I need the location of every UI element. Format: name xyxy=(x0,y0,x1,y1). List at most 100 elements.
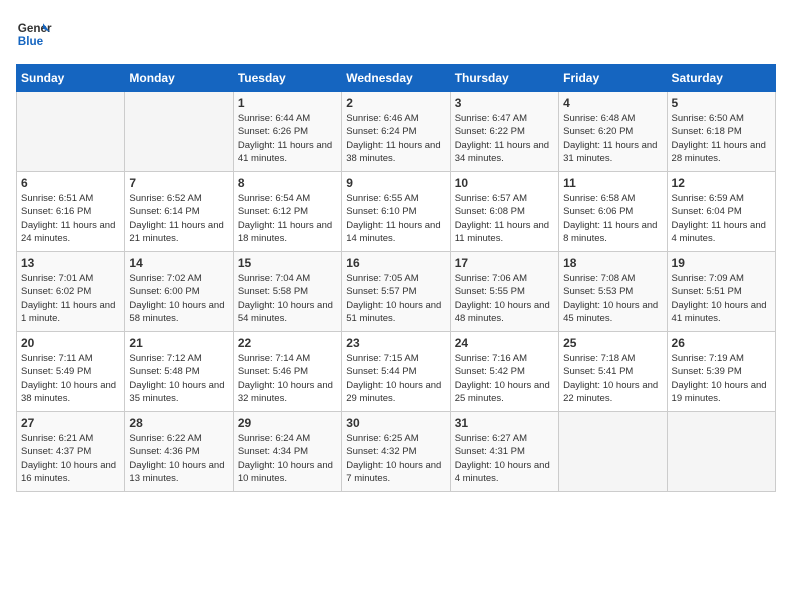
calendar-cell: 6Sunrise: 6:51 AM Sunset: 6:16 PM Daylig… xyxy=(17,172,125,252)
day-info: Sunrise: 7:14 AM Sunset: 5:46 PM Dayligh… xyxy=(238,352,337,405)
calendar-week-row: 1Sunrise: 6:44 AM Sunset: 6:26 PM Daylig… xyxy=(17,92,776,172)
day-info: Sunrise: 7:19 AM Sunset: 5:39 PM Dayligh… xyxy=(672,352,771,405)
day-number: 4 xyxy=(563,96,662,110)
calendar-cell: 21 Sunrise: 7:12 AM Sunset: 5:48 PM Dayli… xyxy=(125,332,233,412)
day-info: Sunrise: 7:05 AM Sunset: 5:57 PM Dayligh… xyxy=(346,272,445,325)
day-number: 15 xyxy=(238,256,337,270)
calendar-cell: 1Sunrise: 6:44 AM Sunset: 6:26 PM Daylig… xyxy=(233,92,341,172)
day-number: 24 xyxy=(455,336,554,350)
weekday-header: Thursday xyxy=(450,65,558,92)
calendar-cell: 17 Sunrise: 7:06 AM Sunset: 5:55 PM Dayli… xyxy=(450,252,558,332)
day-number: 12 xyxy=(672,176,771,190)
day-info: Sunrise: 7:09 AM Sunset: 5:51 PM Dayligh… xyxy=(672,272,771,325)
calendar-cell: 16Sunrise: 7:05 AM Sunset: 5:57 PM Dayli… xyxy=(342,252,450,332)
calendar-cell xyxy=(17,92,125,172)
day-number: 21 xyxy=(129,336,228,350)
day-number: 30 xyxy=(346,416,445,430)
day-number: 9 xyxy=(346,176,445,190)
day-info: Sunrise: 6:58 AM Sunset: 6:06 PM Dayligh… xyxy=(563,192,662,245)
day-info: Sunrise: 7:04 AM Sunset: 5:58 PM Dayligh… xyxy=(238,272,337,325)
day-number: 2 xyxy=(346,96,445,110)
day-number: 11 xyxy=(563,176,662,190)
weekday-header: Sunday xyxy=(17,65,125,92)
page-header: General Blue xyxy=(16,16,776,52)
weekday-header: Tuesday xyxy=(233,65,341,92)
calendar-cell: 31 Sunrise: 6:27 AM Sunset: 4:31 PM Dayli… xyxy=(450,412,558,492)
logo-icon: General Blue xyxy=(16,16,52,52)
calendar-cell: 19 Sunrise: 7:09 AM Sunset: 5:51 PM Dayli… xyxy=(667,252,775,332)
calendar-cell: 30 Sunrise: 6:25 AM Sunset: 4:32 PM Dayli… xyxy=(342,412,450,492)
day-number: 26 xyxy=(672,336,771,350)
day-info: Sunrise: 7:16 AM Sunset: 5:42 PM Dayligh… xyxy=(455,352,554,405)
day-number: 13 xyxy=(21,256,120,270)
day-number: 17 xyxy=(455,256,554,270)
day-info: Sunrise: 7:12 AM Sunset: 5:48 PM Dayligh… xyxy=(129,352,228,405)
calendar-cell xyxy=(667,412,775,492)
calendar-cell: 28Sunrise: 6:22 AM Sunset: 4:36 PM Dayli… xyxy=(125,412,233,492)
day-info: Sunrise: 7:06 AM Sunset: 5:55 PM Dayligh… xyxy=(455,272,554,325)
day-info: Sunrise: 7:01 AM Sunset: 6:02 PM Dayligh… xyxy=(21,272,120,325)
day-info: Sunrise: 7:02 AM Sunset: 6:00 PM Dayligh… xyxy=(129,272,228,325)
day-number: 31 xyxy=(455,416,554,430)
calendar-cell: 24 Sunrise: 7:16 AM Sunset: 5:42 PM Dayli… xyxy=(450,332,558,412)
calendar-cell: 8 Sunrise: 6:54 AM Sunset: 6:12 PM Daylig… xyxy=(233,172,341,252)
day-number: 7 xyxy=(129,176,228,190)
calendar-cell: 9 Sunrise: 6:55 AM Sunset: 6:10 PM Daylig… xyxy=(342,172,450,252)
day-info: Sunrise: 7:11 AM Sunset: 5:49 PM Dayligh… xyxy=(21,352,120,405)
calendar-cell: 13 Sunrise: 7:01 AM Sunset: 6:02 PM Dayli… xyxy=(17,252,125,332)
day-number: 25 xyxy=(563,336,662,350)
calendar-week-row: 20 Sunrise: 7:11 AM Sunset: 5:49 PM Dayli… xyxy=(17,332,776,412)
calendar-cell: 12 Sunrise: 6:59 AM Sunset: 6:04 PM Dayli… xyxy=(667,172,775,252)
calendar-table: SundayMondayTuesdayWednesdayThursdayFrid… xyxy=(16,64,776,492)
weekday-header: Wednesday xyxy=(342,65,450,92)
day-info: Sunrise: 6:21 AM Sunset: 4:37 PM Dayligh… xyxy=(21,432,120,485)
weekday-header: Saturday xyxy=(667,65,775,92)
day-number: 18 xyxy=(563,256,662,270)
calendar-cell: 20 Sunrise: 7:11 AM Sunset: 5:49 PM Dayli… xyxy=(17,332,125,412)
day-info: Sunrise: 6:51 AM Sunset: 6:16 PM Dayligh… xyxy=(21,192,120,245)
day-number: 27 xyxy=(21,416,120,430)
logo: General Blue xyxy=(16,16,52,52)
calendar-cell: 25 Sunrise: 7:18 AM Sunset: 5:41 PM Dayli… xyxy=(559,332,667,412)
calendar-cell: 22 Sunrise: 7:14 AM Sunset: 5:46 PM Dayli… xyxy=(233,332,341,412)
day-info: Sunrise: 6:27 AM Sunset: 4:31 PM Dayligh… xyxy=(455,432,554,485)
day-info: Sunrise: 6:25 AM Sunset: 4:32 PM Dayligh… xyxy=(346,432,445,485)
day-number: 20 xyxy=(21,336,120,350)
day-number: 14 xyxy=(129,256,228,270)
day-number: 1 xyxy=(238,96,337,110)
svg-text:Blue: Blue xyxy=(18,35,44,48)
calendar-week-row: 27 Sunrise: 6:21 AM Sunset: 4:37 PM Dayli… xyxy=(17,412,776,492)
day-info: Sunrise: 6:46 AM Sunset: 6:24 PM Dayligh… xyxy=(346,112,445,165)
day-info: Sunrise: 7:08 AM Sunset: 5:53 PM Dayligh… xyxy=(563,272,662,325)
day-number: 8 xyxy=(238,176,337,190)
day-number: 5 xyxy=(672,96,771,110)
day-info: Sunrise: 6:24 AM Sunset: 4:34 PM Dayligh… xyxy=(238,432,337,485)
calendar-cell: 10 Sunrise: 6:57 AM Sunset: 6:08 PM Dayli… xyxy=(450,172,558,252)
day-info: Sunrise: 6:57 AM Sunset: 6:08 PM Dayligh… xyxy=(455,192,554,245)
day-info: Sunrise: 6:52 AM Sunset: 6:14 PM Dayligh… xyxy=(129,192,228,245)
calendar-cell: 14 Sunrise: 7:02 AM Sunset: 6:00 PM Dayli… xyxy=(125,252,233,332)
calendar-cell: 4 Sunrise: 6:48 AM Sunset: 6:20 PM Daylig… xyxy=(559,92,667,172)
day-number: 22 xyxy=(238,336,337,350)
day-info: Sunrise: 6:47 AM Sunset: 6:22 PM Dayligh… xyxy=(455,112,554,165)
calendar-cell: 27 Sunrise: 6:21 AM Sunset: 4:37 PM Dayli… xyxy=(17,412,125,492)
calendar-cell: 23Sunrise: 7:15 AM Sunset: 5:44 PM Dayli… xyxy=(342,332,450,412)
day-info: Sunrise: 7:18 AM Sunset: 5:41 PM Dayligh… xyxy=(563,352,662,405)
calendar-cell: 3 Sunrise: 6:47 AM Sunset: 6:22 PM Daylig… xyxy=(450,92,558,172)
calendar-cell: 5Sunrise: 6:50 AM Sunset: 6:18 PM Daylig… xyxy=(667,92,775,172)
calendar-week-row: 6Sunrise: 6:51 AM Sunset: 6:16 PM Daylig… xyxy=(17,172,776,252)
calendar-cell: 26 Sunrise: 7:19 AM Sunset: 5:39 PM Dayli… xyxy=(667,332,775,412)
day-info: Sunrise: 6:59 AM Sunset: 6:04 PM Dayligh… xyxy=(672,192,771,245)
day-info: Sunrise: 6:54 AM Sunset: 6:12 PM Dayligh… xyxy=(238,192,337,245)
day-number: 3 xyxy=(455,96,554,110)
weekday-header-row: SundayMondayTuesdayWednesdayThursdayFrid… xyxy=(17,65,776,92)
calendar-cell: 7 Sunrise: 6:52 AM Sunset: 6:14 PM Daylig… xyxy=(125,172,233,252)
day-info: Sunrise: 6:48 AM Sunset: 6:20 PM Dayligh… xyxy=(563,112,662,165)
day-number: 23 xyxy=(346,336,445,350)
calendar-cell: 2 Sunrise: 6:46 AM Sunset: 6:24 PM Daylig… xyxy=(342,92,450,172)
day-number: 10 xyxy=(455,176,554,190)
day-info: Sunrise: 6:55 AM Sunset: 6:10 PM Dayligh… xyxy=(346,192,445,245)
day-number: 19 xyxy=(672,256,771,270)
calendar-cell: 18 Sunrise: 7:08 AM Sunset: 5:53 PM Dayli… xyxy=(559,252,667,332)
day-info: Sunrise: 6:22 AM Sunset: 4:36 PM Dayligh… xyxy=(129,432,228,485)
